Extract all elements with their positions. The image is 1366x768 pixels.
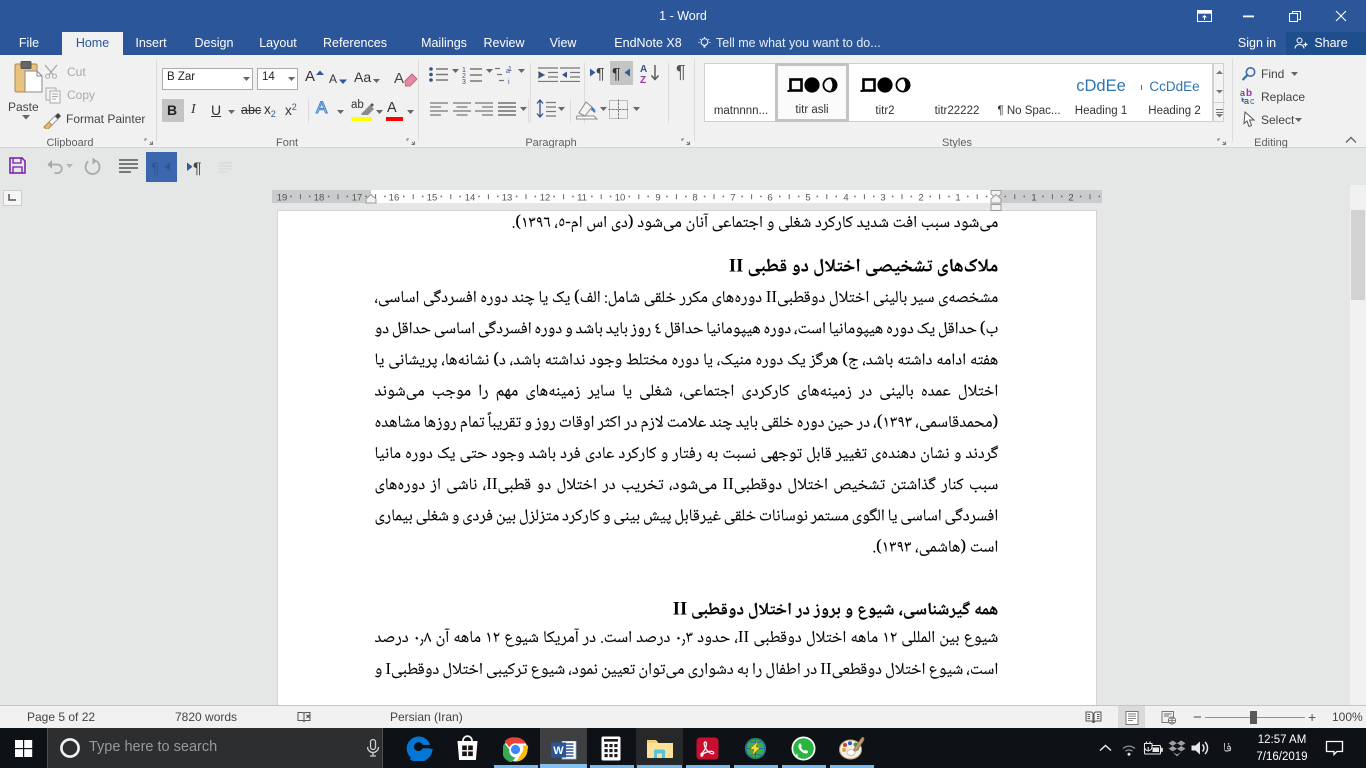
svg-text:¶: ¶	[193, 161, 202, 177]
svg-text:5: 5	[805, 193, 810, 204]
svg-text:c: c	[1250, 96, 1255, 105]
svg-text:14: 14	[465, 193, 476, 204]
svg-text:i: i	[508, 79, 510, 84]
svg-text:9: 9	[655, 193, 660, 204]
svg-text:15: 15	[427, 193, 438, 204]
svg-text:3: 3	[880, 193, 885, 204]
svg-text:A: A	[640, 64, 647, 75]
svg-text:¶: ¶	[151, 161, 160, 177]
svg-text:8: 8	[692, 193, 697, 204]
svg-text:18: 18	[314, 193, 325, 204]
svg-text:12: 12	[540, 193, 551, 204]
svg-text:W: W	[553, 745, 564, 757]
svg-text:11: 11	[577, 193, 587, 204]
svg-text:a: a	[1244, 96, 1249, 105]
svg-text:1: 1	[508, 66, 512, 73]
svg-text:Z: Z	[640, 75, 646, 84]
svg-text:4: 4	[843, 193, 848, 204]
svg-text:6: 6	[767, 193, 772, 204]
svg-text:A: A	[394, 70, 404, 87]
svg-text:¶: ¶	[612, 66, 621, 81]
svg-text:3: 3	[462, 79, 466, 84]
svg-text:2: 2	[918, 193, 923, 204]
svg-text:17: 17	[352, 193, 363, 204]
svg-text:13: 13	[502, 193, 513, 204]
svg-text:2: 2	[1068, 193, 1073, 204]
svg-text:¶: ¶	[596, 66, 605, 81]
svg-text:1: 1	[1031, 193, 1036, 204]
svg-text:19: 19	[277, 193, 288, 204]
svg-text:7: 7	[730, 193, 735, 204]
svg-text:1: 1	[955, 193, 960, 204]
svg-text:16: 16	[389, 193, 400, 204]
svg-text:10: 10	[615, 193, 626, 204]
